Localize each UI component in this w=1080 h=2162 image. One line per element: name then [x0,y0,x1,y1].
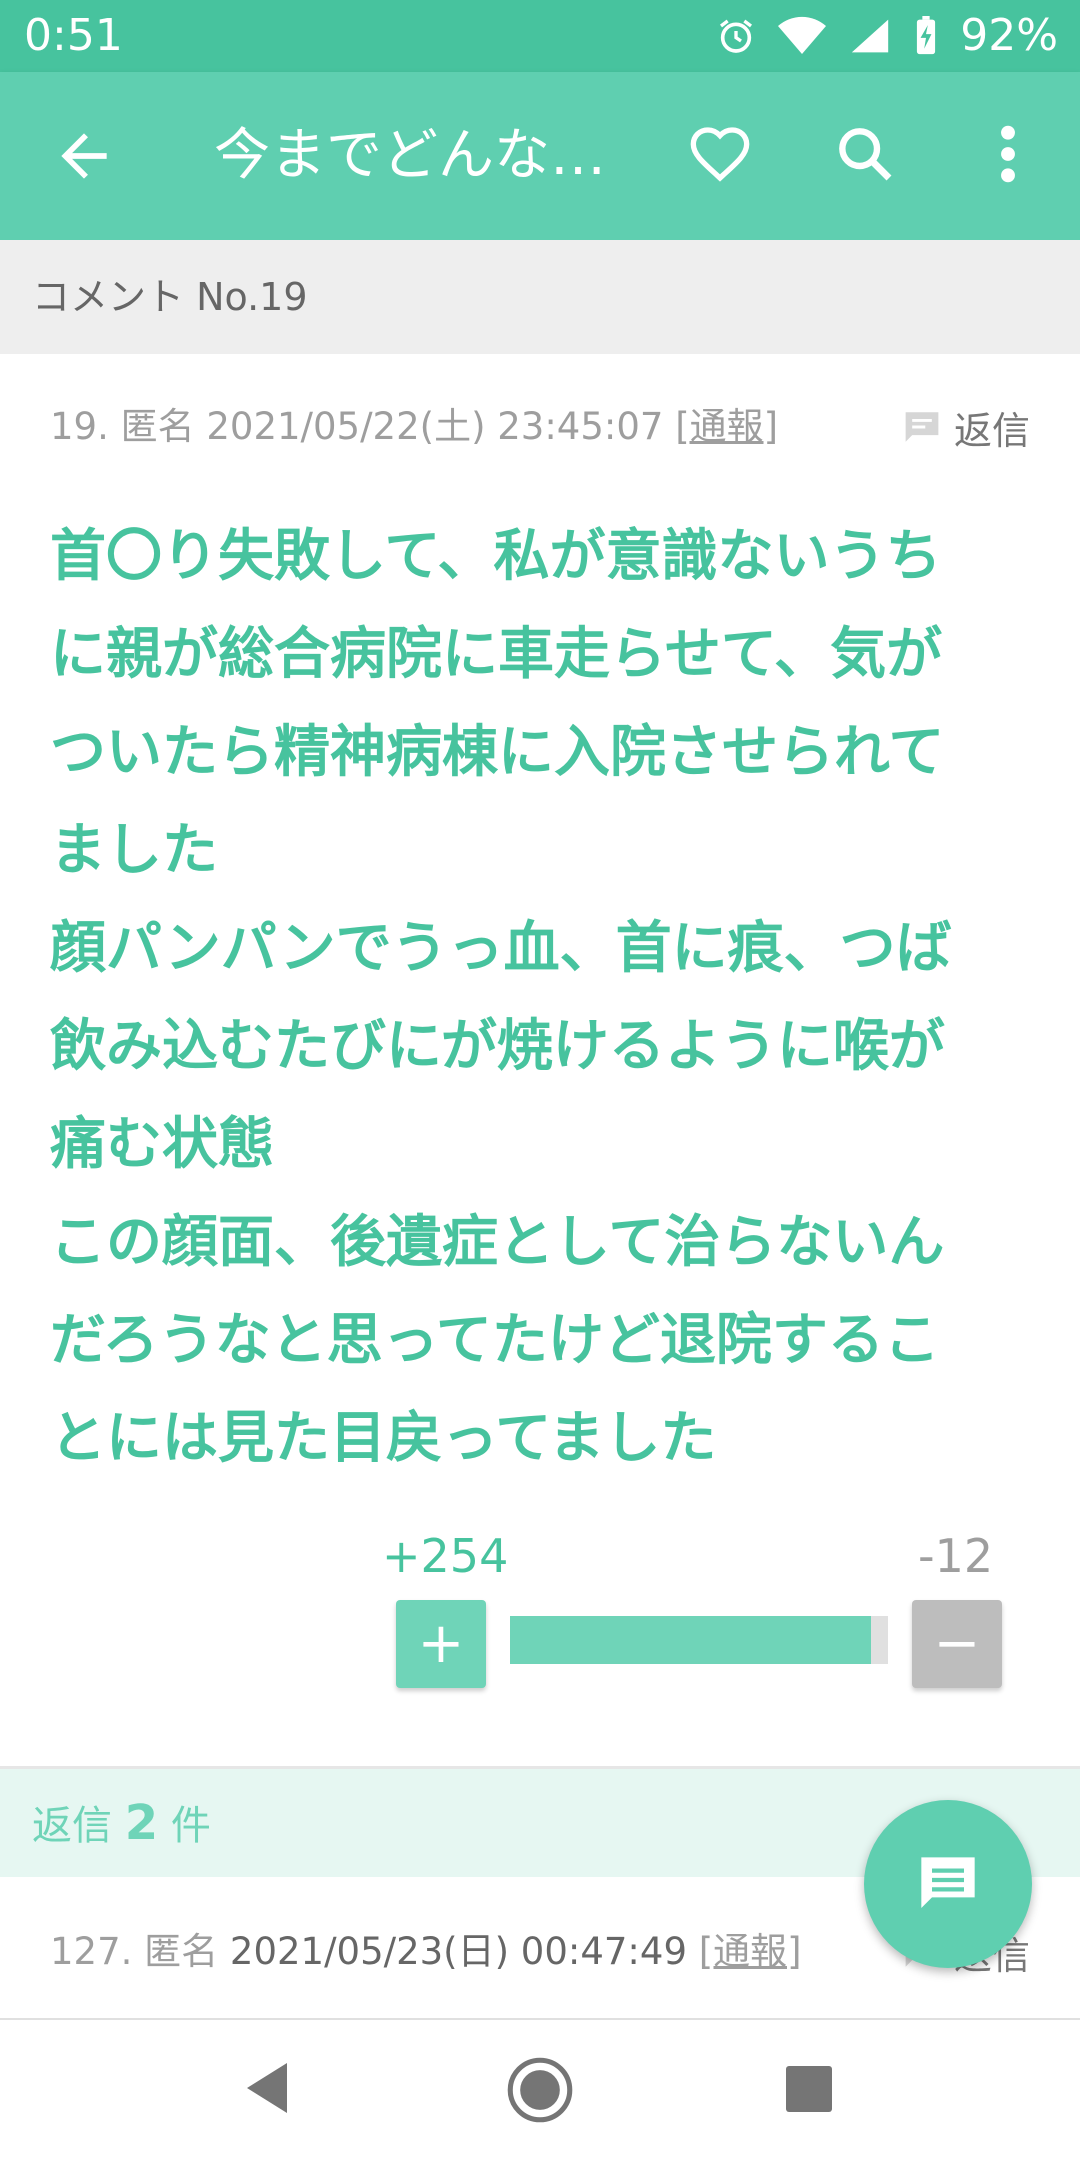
reply-comment-meta: 127. 匿名 2021/05/23(日) 00:47:49 [通報] [50,1926,802,1978]
more-vert-icon[interactable] [990,122,1026,186]
comment-line: だろうなと思ってたけど退院するこ [50,1308,940,1373]
vote-ratio-fill [510,1616,871,1664]
status-icons: 92% [716,8,1058,64]
comment-author: 匿名 [120,405,195,448]
report-link[interactable]: [通報] [675,405,778,448]
section-header: コメント No.19 [0,240,1080,354]
nav-home-icon[interactable] [506,2056,574,2124]
system-nav-bar [0,2018,1080,2162]
status-time: 0:51 [24,10,123,61]
plus-vote-button[interactable]: + [396,1600,486,1688]
reply-comment-author: 匿名 [144,1930,219,1973]
reply-button[interactable]: 返信 [902,402,1031,453]
reply-label: 返信 [954,408,1031,453]
comment-body: 首〇り失敗して、私が意識ないうち に親が総合病院に車走らせて、気が ついたら精神… [50,508,1050,1488]
heart-icon[interactable] [688,122,752,186]
vote-ratio-bar [510,1616,888,1664]
comment-line: 飲み込むたびにが焼けるように喉が [50,1014,945,1079]
comment-line: この顔面、後遺症として治らないん [50,1210,945,1275]
nav-recents-icon[interactable] [786,2066,832,2112]
signal-icon [852,19,889,53]
chat-icon [921,1857,975,1908]
comment-datetime: 2021/05/22(土) 23:45:07 [206,405,664,448]
reply-comment-number: 127. [50,1930,133,1973]
nav-back-icon[interactable] [242,2060,292,2116]
status-bar: 0:51 92% [0,0,1080,72]
minus-vote-button[interactable]: − [912,1600,1002,1688]
minus-vote-count: -12 [918,1529,994,1583]
comment-line: 首〇り失敗して、私が意識ないうち [50,524,942,589]
battery-percent: 92% [960,10,1058,61]
comment-meta: 19. 匿名 2021/05/22(土) 23:45:07 [通報] [50,402,778,452]
comment-line: 痛む状態 [50,1112,274,1177]
comment-line: とには見た目戻ってました [50,1406,717,1471]
app-bar: 今までどんな… [0,72,1080,240]
comment-line: ました [50,818,218,883]
reply-comment-datetime: 2021/05/23(日) 00:47:49 [229,1930,687,1973]
comment-line: ついたら精神病棟に入院させられて [50,720,945,785]
reply-report-link[interactable]: [通報] [699,1930,802,1973]
wifi-icon [778,16,827,54]
replies-label-prefix: 返信 [32,1803,112,1849]
comment-line: 顔パンパンでうっ血、首に痕、つば [50,916,952,981]
search-icon[interactable] [833,122,897,186]
compose-comment-fab[interactable] [864,1800,1032,1968]
comment-icon [905,412,939,442]
plus-vote-count: +254 [382,1529,509,1583]
comment-number: 19. [50,405,109,448]
comment-line: に親が総合病院に車走らせて、気が [50,622,943,687]
page-title: 今までどんな… [214,124,606,188]
alarm-icon [720,19,753,53]
section-header-label: コメント No.19 [32,275,308,319]
battery-charging-icon [917,16,936,55]
replies-label-suffix: 件 [170,1803,211,1849]
back-arrow-icon[interactable] [50,122,118,190]
replies-count-label: 返信 2 件 [32,1795,211,1854]
replies-count: 2 [124,1795,159,1851]
